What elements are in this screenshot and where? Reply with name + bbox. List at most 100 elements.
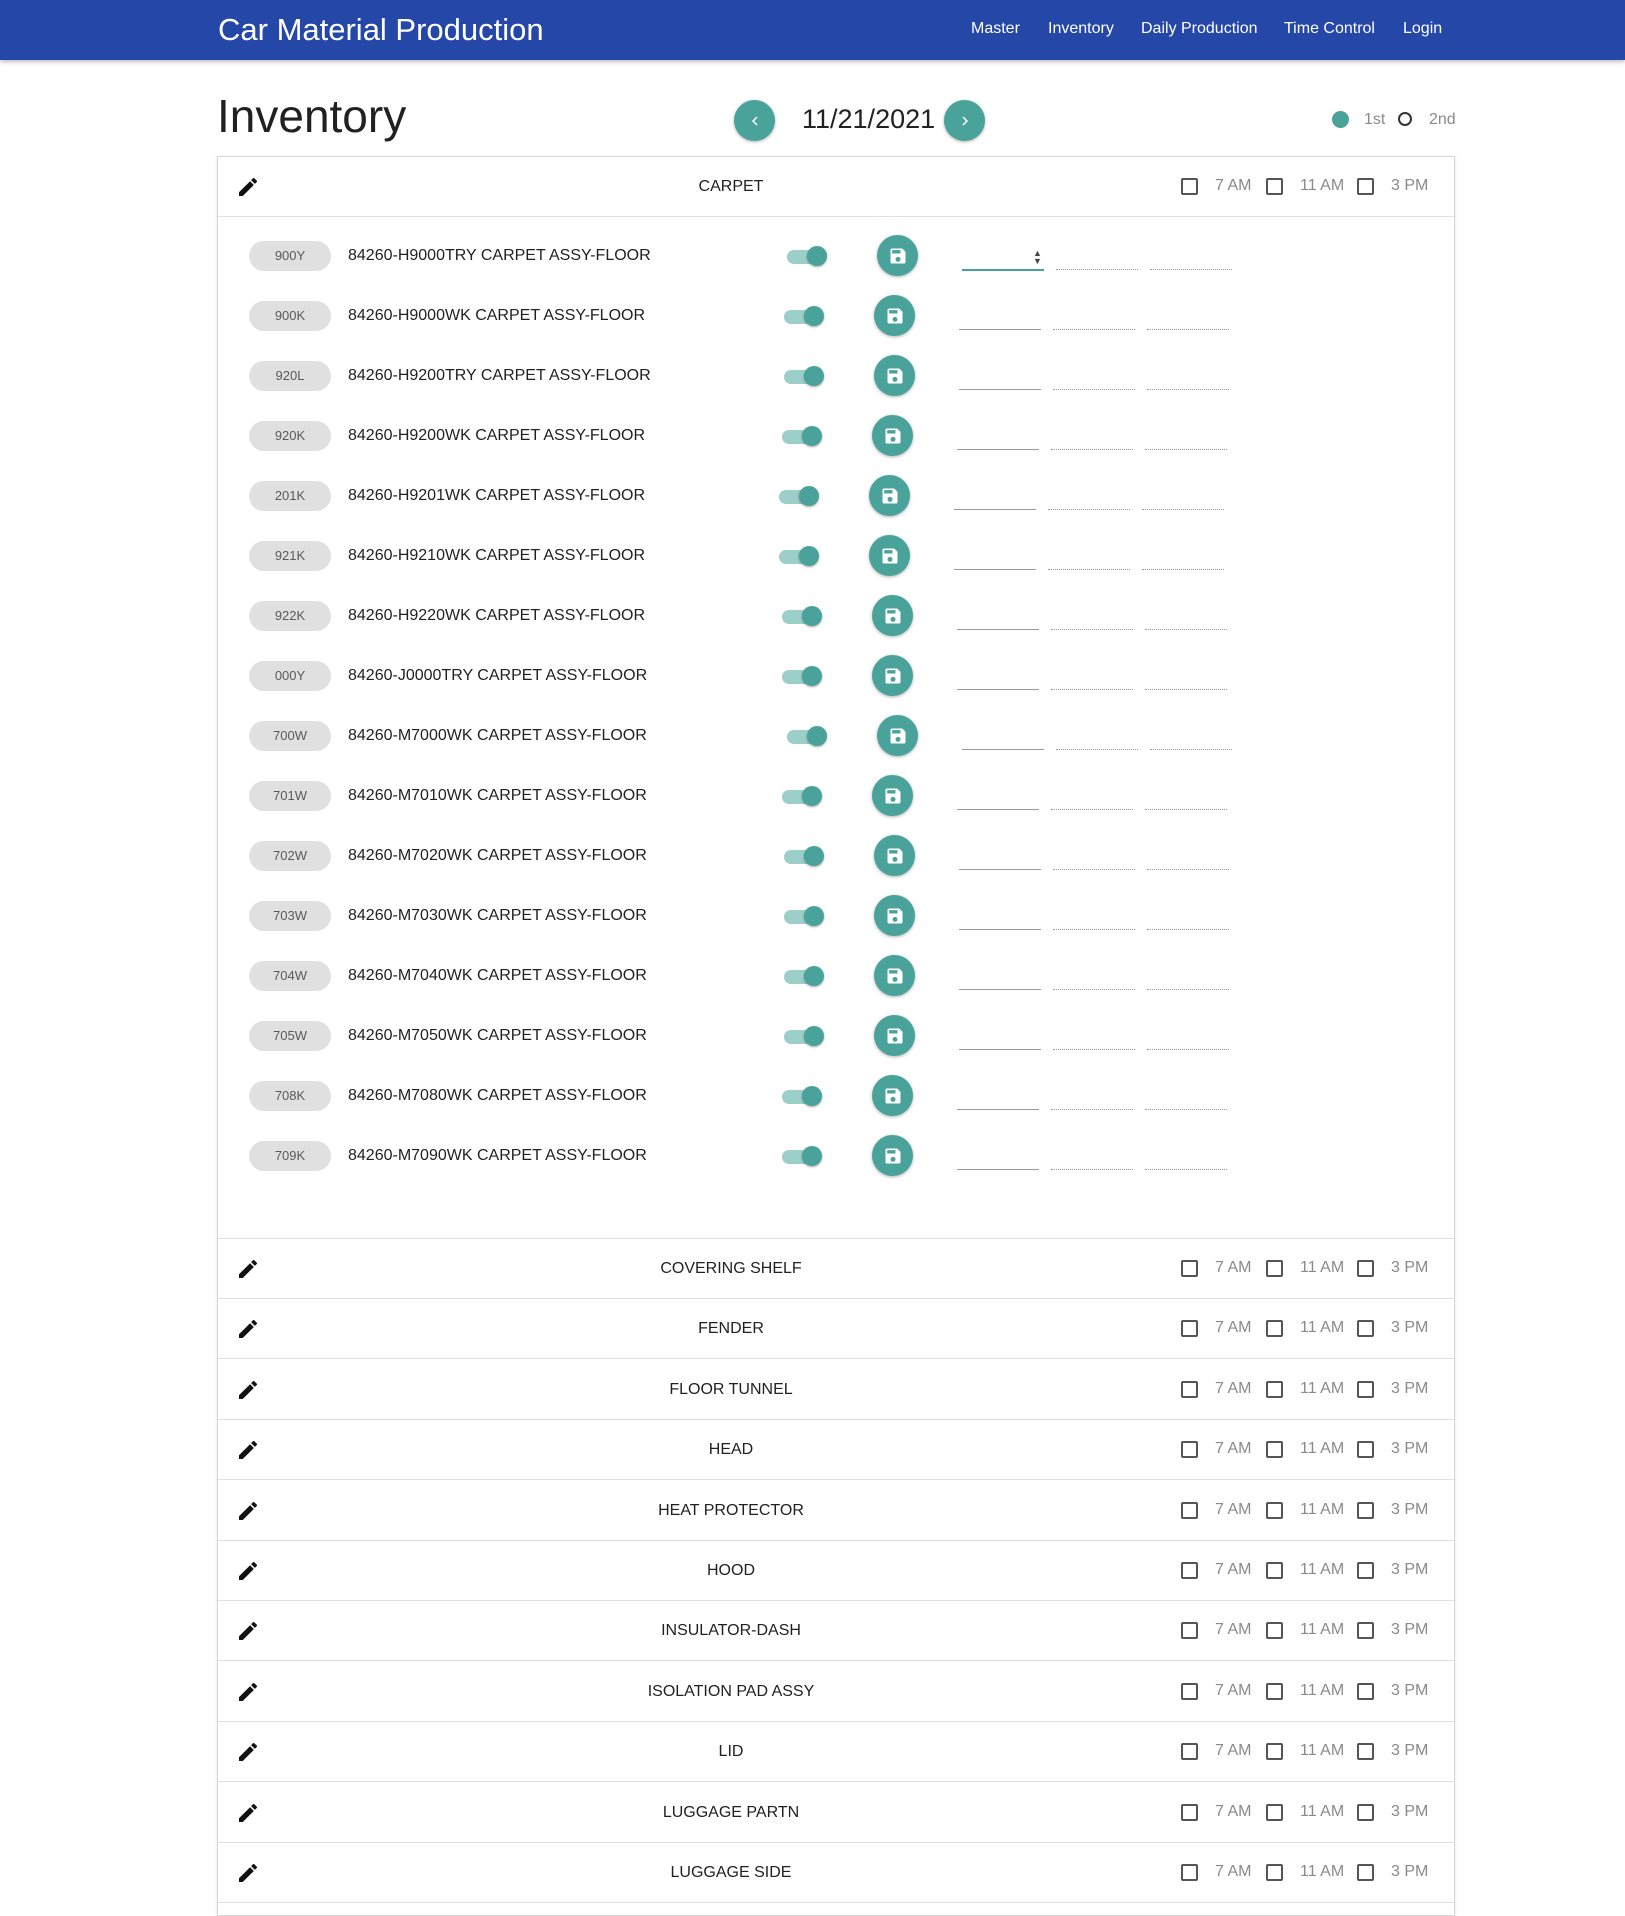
qty-11am-input[interactable] — [1053, 849, 1135, 870]
qty-7am-input[interactable] — [957, 1089, 1039, 1110]
group-header[interactable]: LUGGAGE PARTN 7 AM 11 AM 3 PM — [218, 1783, 1454, 1843]
qty-11am-input[interactable] — [1053, 369, 1135, 390]
group-header[interactable]: LUGGAGE SIDE 7 AM 11 AM 3 PM — [218, 1843, 1454, 1903]
pencil-icon[interactable] — [236, 1619, 260, 1643]
qty-3pm-input[interactable] — [1147, 849, 1229, 870]
item-toggle[interactable] — [782, 605, 822, 627]
checkbox-7am[interactable] — [1181, 1320, 1198, 1338]
nav-daily-production[interactable]: Daily Production — [1141, 20, 1258, 38]
qty-11am-input[interactable] — [1053, 1029, 1135, 1050]
save-button[interactable] — [869, 535, 910, 576]
qty-3pm-input[interactable] — [1145, 429, 1227, 450]
checkbox-3pm[interactable] — [1357, 178, 1374, 195]
save-button[interactable] — [872, 1135, 913, 1176]
qty-7am-input[interactable] — [957, 609, 1039, 630]
qty-3pm-input[interactable] — [1147, 969, 1229, 990]
qty-3pm-input[interactable] — [1145, 669, 1227, 690]
pencil-icon[interactable] — [236, 1801, 260, 1825]
save-button[interactable] — [874, 955, 915, 996]
item-toggle[interactable] — [787, 725, 827, 747]
qty-3pm-input[interactable] — [1150, 249, 1232, 270]
qty-11am-input[interactable] — [1053, 909, 1135, 930]
item-toggle[interactable] — [782, 1145, 822, 1167]
qty-11am-input[interactable] — [1051, 429, 1133, 450]
pencil-icon[interactable] — [236, 1438, 260, 1462]
item-toggle[interactable] — [784, 965, 824, 987]
group-header[interactable]: INSULATOR-DASH 7 AM 11 AM 3 PM — [218, 1601, 1454, 1662]
qty-3pm-input[interactable] — [1147, 1029, 1229, 1050]
qty-11am-input[interactable] — [1053, 309, 1135, 330]
pencil-icon[interactable] — [236, 1499, 260, 1523]
pencil-icon[interactable] — [236, 1680, 260, 1704]
qty-11am-input[interactable] — [1051, 669, 1133, 690]
save-button[interactable] — [877, 715, 918, 756]
qty-3pm-input[interactable] — [1145, 1089, 1227, 1110]
qty-3pm-input[interactable] — [1145, 789, 1227, 810]
checkbox-11am[interactable] — [1266, 1743, 1283, 1761]
item-toggle[interactable] — [784, 305, 824, 327]
save-button[interactable] — [872, 775, 913, 816]
checkbox-7am[interactable] — [1181, 1743, 1198, 1761]
item-toggle[interactable] — [779, 545, 819, 567]
checkbox-3pm[interactable] — [1357, 1622, 1374, 1640]
qty-7am-input[interactable] — [957, 669, 1039, 690]
checkbox-3pm[interactable] — [1357, 1562, 1374, 1579]
checkbox-3pm[interactable] — [1357, 1743, 1374, 1761]
nav-time-control[interactable]: Time Control — [1284, 20, 1375, 38]
qty-7am-input[interactable] — [957, 429, 1039, 450]
group-header[interactable]: COVERING SHELF 7 AM 11 AM 3 PM — [218, 1239, 1454, 1299]
checkbox-3pm[interactable] — [1357, 1260, 1374, 1277]
previous-date-button[interactable] — [734, 100, 775, 141]
checkbox-7am[interactable] — [1181, 178, 1198, 195]
qty-7am-input[interactable] — [957, 1149, 1039, 1170]
qty-3pm-input[interactable] — [1147, 309, 1229, 330]
checkbox-3pm[interactable] — [1357, 1682, 1374, 1700]
save-button[interactable] — [872, 415, 913, 456]
group-header[interactable]: HEAT PROTECTOR 7 AM 11 AM 3 PM — [218, 1481, 1454, 1541]
qty-7am-input[interactable] — [959, 1029, 1041, 1050]
checkbox-11am[interactable] — [1266, 178, 1283, 195]
save-button[interactable] — [872, 1075, 913, 1116]
save-button[interactable] — [874, 1015, 915, 1056]
item-toggle[interactable] — [782, 665, 822, 687]
qty-11am-input[interactable] — [1051, 789, 1133, 810]
qty-7am-input[interactable] — [959, 849, 1041, 870]
save-button[interactable] — [874, 295, 915, 336]
qty-11am-input[interactable] — [1051, 609, 1133, 630]
checkbox-7am[interactable] — [1181, 1562, 1198, 1579]
checkbox-11am[interactable] — [1266, 1260, 1283, 1277]
item-toggle[interactable] — [779, 485, 819, 507]
save-button[interactable] — [872, 595, 913, 636]
checkbox-3pm[interactable] — [1357, 1501, 1374, 1519]
shift-2nd-radio[interactable] — [1398, 112, 1412, 126]
item-toggle[interactable] — [784, 365, 824, 387]
checkbox-7am[interactable] — [1181, 1441, 1198, 1459]
pencil-icon[interactable] — [236, 1317, 260, 1341]
item-toggle[interactable] — [787, 245, 827, 267]
checkbox-7am[interactable] — [1181, 1682, 1198, 1700]
checkbox-7am[interactable] — [1181, 1380, 1198, 1398]
group-header[interactable]: ISOLATION PAD ASSY 7 AM 11 AM 3 PM — [218, 1662, 1454, 1722]
save-button[interactable] — [872, 655, 913, 696]
qty-11am-input[interactable] — [1056, 729, 1138, 750]
qty-3pm-input[interactable] — [1142, 489, 1224, 510]
item-toggle[interactable] — [784, 1025, 824, 1047]
qty-11am-input[interactable] — [1053, 969, 1135, 990]
qty-11am-input[interactable] — [1051, 1089, 1133, 1110]
checkbox-7am[interactable] — [1181, 1622, 1198, 1640]
checkbox-3pm[interactable] — [1357, 1380, 1374, 1398]
checkbox-3pm[interactable] — [1357, 1803, 1374, 1821]
qty-3pm-input[interactable] — [1145, 1149, 1227, 1170]
next-date-button[interactable] — [944, 100, 985, 141]
qty-11am-input[interactable] — [1051, 1149, 1133, 1170]
checkbox-11am[interactable] — [1266, 1864, 1283, 1881]
group-header[interactable]: HEAD 7 AM 11 AM 3 PM — [218, 1420, 1454, 1481]
item-toggle[interactable] — [784, 845, 824, 867]
qty-3pm-input[interactable] — [1145, 609, 1227, 630]
qty-3pm-input[interactable] — [1142, 549, 1224, 570]
group-header[interactable]: CARPET 7 AM 11 AM 3 PM — [218, 157, 1454, 217]
save-button[interactable] — [877, 235, 918, 276]
qty-11am-input[interactable] — [1056, 249, 1138, 270]
checkbox-11am[interactable] — [1266, 1562, 1283, 1579]
checkbox-7am[interactable] — [1181, 1803, 1198, 1821]
